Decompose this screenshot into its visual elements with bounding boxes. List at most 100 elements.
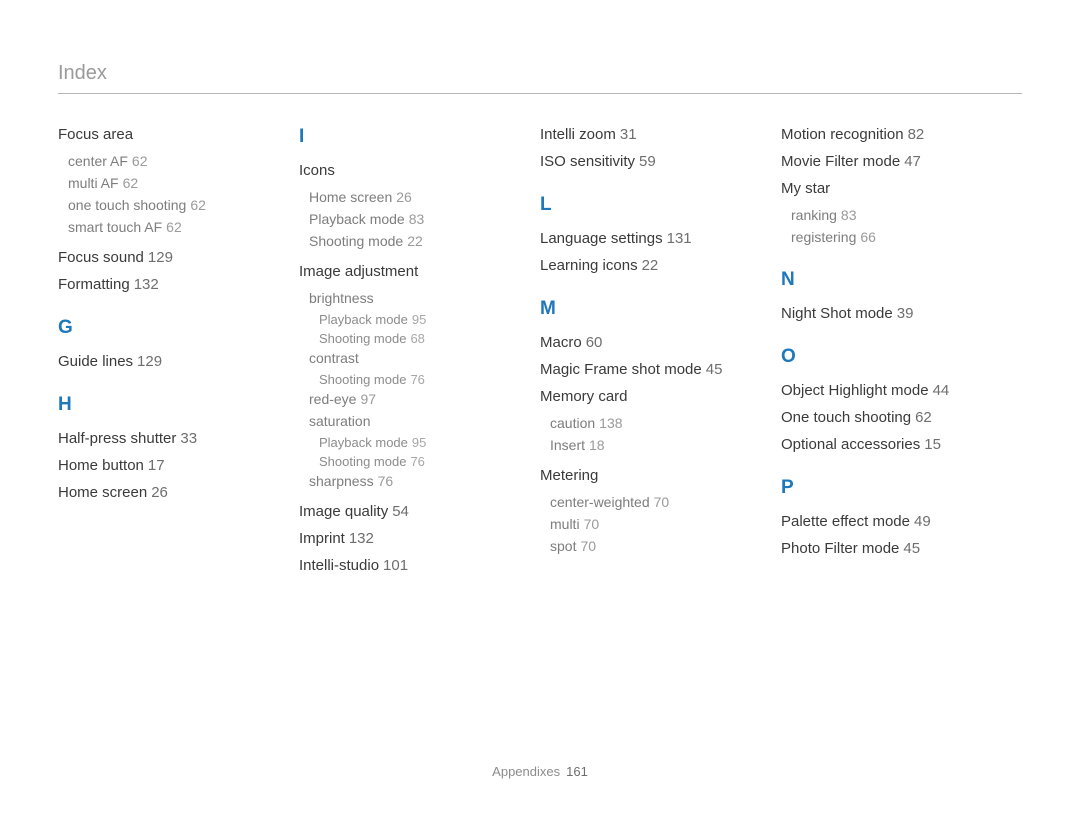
sub-label: sharpness <box>309 473 374 489</box>
entry-focus-area: Focus area <box>58 126 283 143</box>
entry-photo-filter-mode: Photo Filter mode45 <box>781 540 1006 557</box>
page-ref: 132 <box>349 530 374 547</box>
sub-label: brightness <box>309 290 374 306</box>
letter-m: M <box>540 298 765 320</box>
page-ref: 59 <box>639 153 656 170</box>
entry-label: Movie Filter mode <box>781 153 900 170</box>
sub-multi-af: multi AF62 <box>68 175 283 191</box>
sub-multi: multi70 <box>550 516 765 532</box>
entry-label: Home screen <box>58 484 147 501</box>
entry-label: Metering <box>540 467 598 484</box>
entry-label: Object Highlight mode <box>781 382 929 399</box>
entry-label: Night Shot mode <box>781 305 893 322</box>
entry-memory-card: Memory card <box>540 388 765 405</box>
entry-label: Half-press shutter <box>58 430 176 447</box>
entry-label: Optional accessories <box>781 436 920 453</box>
page-ref: 66 <box>860 229 876 245</box>
entry-label: Intelli-studio <box>299 557 379 574</box>
entry-label: Memory card <box>540 388 628 405</box>
sub-label: caution <box>550 415 595 431</box>
sub-one-touch-shooting: one touch shooting62 <box>68 197 283 213</box>
page-ref: 62 <box>190 197 206 213</box>
entry-intelli-zoom: Intelli zoom31 <box>540 126 765 143</box>
entry-object-highlight-mode: Object Highlight mode44 <box>781 382 1006 399</box>
entry-label: Motion recognition <box>781 126 904 143</box>
sub-ranking: ranking83 <box>791 207 1006 223</box>
page-ref: 45 <box>903 540 920 557</box>
subsub-label: Shooting mode <box>319 454 406 469</box>
sub-sharpness: sharpness76 <box>309 473 524 489</box>
entry-one-touch-shooting: One touch shooting62 <box>781 409 1006 426</box>
entry-label: Focus area <box>58 126 133 143</box>
sub-label: registering <box>791 229 856 245</box>
sub-label: multi <box>550 516 580 532</box>
entry-label: Photo Filter mode <box>781 540 899 557</box>
letter-p: P <box>781 477 1006 499</box>
entry-label: Formatting <box>58 276 130 293</box>
page-footer: Appendixes 161 <box>0 764 1080 779</box>
sub-label: saturation <box>309 413 370 429</box>
page-ref: 83 <box>409 211 425 227</box>
sub-label: spot <box>550 538 576 554</box>
footer-section: Appendixes <box>492 764 560 779</box>
col-2: I Icons Home screen26 Playback mode83 Sh… <box>299 126 540 584</box>
entry-half-press-shutter: Half-press shutter33 <box>58 430 283 447</box>
entry-label: ISO sensitivity <box>540 153 635 170</box>
sub-label: center-weighted <box>550 494 650 510</box>
entry-icons: Icons <box>299 162 524 179</box>
page-ref: 62 <box>166 219 182 235</box>
page-ref: 83 <box>841 207 857 223</box>
sub-label: Playback mode <box>309 211 405 227</box>
letter-h: H <box>58 394 283 416</box>
page-ref: 45 <box>706 361 723 378</box>
sub-memory-insert: Insert18 <box>550 437 765 453</box>
entry-intelli-studio: Intelli-studio101 <box>299 557 524 574</box>
sub-center-af: center AF62 <box>68 153 283 169</box>
sub-label: Home screen <box>309 189 392 205</box>
page-ref: 44 <box>933 382 950 399</box>
sub-brightness: brightness <box>309 290 524 306</box>
entry-label: One touch shooting <box>781 409 911 426</box>
page-ref: 62 <box>132 153 148 169</box>
page-title: Index <box>58 62 107 84</box>
subsub-label: Playback mode <box>319 312 408 327</box>
entry-image-adjustment: Image adjustment <box>299 263 524 280</box>
page-ref: 26 <box>396 189 412 205</box>
entry-home-screen: Home screen26 <box>58 484 283 501</box>
entry-label: My star <box>781 180 830 197</box>
page-ref: 47 <box>904 153 921 170</box>
page-ref: 17 <box>148 457 165 474</box>
page-ref: 49 <box>914 513 931 530</box>
sub-icons-home-screen: Home screen26 <box>309 189 524 205</box>
subsub-label: Shooting mode <box>319 372 406 387</box>
page-ref: 131 <box>667 230 692 247</box>
entry-focus-sound: Focus sound129 <box>58 249 283 266</box>
page-ref: 97 <box>360 391 376 407</box>
page-ref: 82 <box>908 126 925 143</box>
page-ref: 26 <box>151 484 168 501</box>
entry-metering: Metering <box>540 467 765 484</box>
entry-label: Macro <box>540 334 582 351</box>
footer-page-number: 161 <box>566 764 588 779</box>
sub-label: red-eye <box>309 391 356 407</box>
entry-label: Intelli zoom <box>540 126 616 143</box>
sub-memory-caution: caution138 <box>550 415 765 431</box>
entry-motion-recognition: Motion recognition82 <box>781 126 1006 143</box>
entry-macro: Macro60 <box>540 334 765 351</box>
page-ref: 15 <box>924 436 941 453</box>
letter-i: I <box>299 126 524 148</box>
subsub-brightness-shooting: Shooting mode68 <box>319 331 524 346</box>
entry-magic-frame-shot-mode: Magic Frame shot mode45 <box>540 361 765 378</box>
page-ref: 62 <box>123 175 139 191</box>
subsub-saturation-shooting: Shooting mode76 <box>319 454 524 469</box>
entry-label: Imprint <box>299 530 345 547</box>
sub-icons-shooting-mode: Shooting mode22 <box>309 233 524 249</box>
page-ref: 62 <box>915 409 932 426</box>
entry-language-settings: Language settings131 <box>540 230 765 247</box>
page-ref: 70 <box>580 538 596 554</box>
entry-label: Guide lines <box>58 353 133 370</box>
entry-label: Magic Frame shot mode <box>540 361 702 378</box>
col-3: Intelli zoom31 ISO sensitivity59 L Langu… <box>540 126 781 584</box>
entry-label: Palette effect mode <box>781 513 910 530</box>
page-ref: 101 <box>383 557 408 574</box>
